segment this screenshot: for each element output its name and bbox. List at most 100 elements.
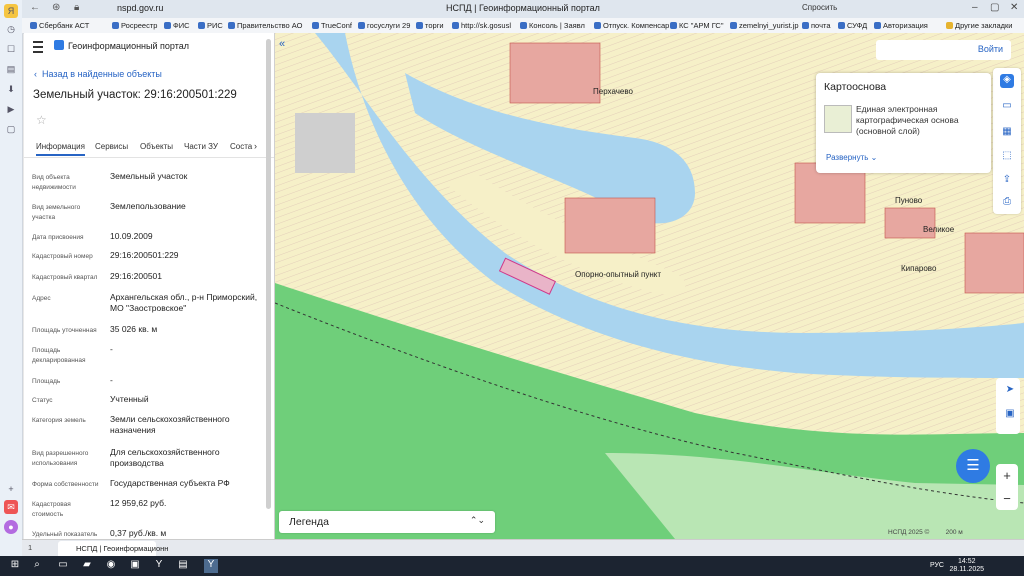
yandex-active-icon[interactable]: Y	[204, 559, 218, 573]
mail-icon[interactable]: ✉	[4, 500, 18, 514]
favorite-star-icon[interactable]: ☆	[36, 113, 47, 127]
bookmark-item[interactable]: zemelnyi_yurist.jp	[730, 21, 799, 30]
screen-icon[interactable]: ▣	[1003, 408, 1017, 422]
bookmark-item[interactable]: Отпуск. Компенсар	[594, 21, 669, 30]
basemap-title: Картооснова	[824, 81, 887, 93]
tab-composition[interactable]: Соста	[230, 142, 252, 151]
add-icon[interactable]: +	[4, 482, 18, 496]
attr-label: Кадастровый номер	[32, 253, 93, 260]
browser-logo-icon[interactable]: Я	[4, 4, 18, 18]
back-link-label[interactable]: Назад в найденные объекты	[42, 69, 162, 79]
layers-icon[interactable]: ◈	[1000, 74, 1014, 88]
tab-services[interactable]: Сервисы	[95, 142, 128, 151]
history-icon[interactable]: ◷	[4, 22, 18, 36]
browser-titlebar: ← ⊛ 🔒︎ nspd.gov.ru НСПД | Геоинформацион…	[22, 0, 1024, 18]
close-icon[interactable]: ✕	[1010, 2, 1018, 13]
bookmark-item[interactable]: Авторизация	[874, 21, 928, 30]
location-tools: ➤ ▣	[996, 378, 1020, 434]
bookmark-item[interactable]: Правительство АО	[228, 21, 302, 30]
tab-info[interactable]: Информация	[36, 142, 85, 156]
chat-button[interactable]: ☰	[956, 449, 990, 483]
search-icon[interactable]: ⌕	[30, 559, 44, 573]
expand-link[interactable]: Развернуть ⌄	[826, 153, 877, 162]
attr-value: 0,37 руб./кв. м	[110, 528, 167, 538]
attr-label: Площадь уточненная	[32, 327, 97, 334]
browser-tab[interactable]: НСПД | Геоинформационн	[58, 541, 168, 556]
minimize-icon[interactable]: –	[972, 2, 978, 13]
clock[interactable]: 14:52 28.11.2025	[949, 558, 984, 574]
place-label: Пуново	[895, 196, 923, 205]
bookmark-item[interactable]: Консоль | Заявл	[520, 21, 585, 30]
login-label[interactable]: Войти	[978, 44, 1003, 54]
chrome-icon[interactable]: ◉	[104, 559, 118, 573]
bookmark-icon[interactable]: ☐	[4, 42, 18, 56]
bookmark-item[interactable]: КС "АРМ ГС"	[670, 21, 724, 30]
bookmark-item[interactable]: РИС	[198, 21, 223, 30]
expand-label[interactable]: Развернуть	[826, 153, 868, 162]
browser-side-panel: Я ◷ ☐ ▤ ⬇ ▶ ▢ + ✉ ●	[0, 0, 23, 556]
tab-count[interactable]: 1	[28, 543, 32, 552]
maximize-icon[interactable]: ▢	[990, 2, 999, 13]
bookmark-item[interactable]: Сбербанк АСТ	[30, 21, 89, 30]
attr-label: Площадь декларированная	[32, 347, 86, 364]
browser-tab-bar: 1 НСПД | Геоинформационн	[22, 539, 1024, 557]
bookmark-item[interactable]: торги	[416, 21, 444, 30]
portal-header: Геоинформационный портал	[24, 33, 274, 59]
attr-value: Государственная субъекта РФ	[110, 478, 230, 488]
attr-value: Земельный участок	[110, 171, 188, 181]
task-view-icon[interactable]: ▭	[56, 559, 70, 573]
language-indicator[interactable]: РУС	[930, 562, 944, 569]
select-area-icon[interactable]: ⬚	[1000, 150, 1014, 164]
bookmark-item[interactable]: почта	[802, 21, 831, 30]
bookmarks-bar: Сбербанк АСТ Росреестр ФИС РИС Правитель…	[22, 18, 1024, 34]
bookmark-item[interactable]: СУФД	[838, 21, 867, 30]
app-icon[interactable]: ▣	[128, 559, 142, 573]
share-icon[interactable]: ⇪	[1000, 174, 1014, 188]
back-link[interactable]: ‹ Назад в найденные объекты	[34, 69, 162, 79]
tabs-next-icon[interactable]: ›	[254, 141, 257, 151]
ask-button[interactable]: Спросить	[802, 3, 837, 12]
print-icon[interactable]: ⎙	[1000, 196, 1014, 210]
notes-icon[interactable]: ▤	[4, 62, 18, 76]
place-label: Опорно-опытный пункт	[575, 270, 662, 279]
legend-dropdown[interactable]: Легенда ⌃⌄	[279, 511, 495, 533]
menu-icon[interactable]	[33, 41, 43, 53]
attr-label: Вид объекта недвижимости	[32, 174, 76, 191]
collapse-panel-icon[interactable]: «	[279, 38, 293, 52]
browser-window: Я ◷ ☐ ▤ ⬇ ▶ ▢ + ✉ ● ← ⊛ 🔒︎ nspd.gov.ru Н…	[0, 0, 1024, 557]
bookmark-item[interactable]: госуслуги 29	[358, 21, 410, 30]
bookmark-item[interactable]: TrueConf	[312, 21, 352, 30]
locate-icon[interactable]: ➤	[1003, 384, 1017, 398]
legend-chevron-icon: ⌃⌄	[469, 515, 485, 525]
basemap-description: Единая электронная картографическая осно…	[856, 104, 959, 136]
yandex-icon[interactable]: Y	[152, 559, 166, 573]
tab-objects[interactable]: Объекты	[140, 142, 173, 151]
downloads-icon[interactable]: ⬇	[4, 82, 18, 96]
attr-value: Архангельская обл., р-н Приморский, МО "…	[110, 292, 258, 313]
tab-parts[interactable]: Части ЗУ	[184, 142, 218, 151]
measure-icon[interactable]: ▦	[1000, 126, 1014, 140]
clock-time: 14:52	[957, 558, 976, 565]
window-title: НСПД | Геоинформационный портал	[446, 3, 600, 13]
screenshot-icon[interactable]: ▢	[4, 122, 18, 136]
video-icon[interactable]: ▶	[4, 102, 18, 116]
zoom-out-button[interactable]: −	[996, 487, 1018, 510]
start-icon[interactable]: ⊞	[8, 559, 22, 573]
bookmark-item[interactable]: Другие закладки	[946, 21, 1012, 30]
attr-label: Дата присвоения	[32, 234, 84, 241]
portal-name: Геоинформационный портал	[68, 41, 189, 51]
assistant-icon[interactable]: ●	[4, 520, 18, 534]
app2-icon[interactable]: ▤	[176, 559, 190, 573]
explorer-icon[interactable]: ▰	[80, 559, 94, 573]
bookmark-item[interactable]: Росреестр	[112, 21, 157, 30]
login-button[interactable]: Войти	[876, 40, 1011, 60]
basemap-icon[interactable]: ▭	[1000, 100, 1014, 114]
basemap-thumbnail[interactable]	[824, 105, 852, 133]
bookmark-item[interactable]: http://sk.gosusl	[452, 21, 511, 30]
browser-tab-title: НСПД | Геоинформационн	[76, 544, 169, 553]
attr-label: Кадастровый квартал	[32, 274, 98, 281]
panel-scrollbar[interactable]	[266, 39, 271, 509]
bookmark-item[interactable]: ФИС	[164, 21, 190, 30]
zoom-in-button[interactable]: +	[996, 464, 1018, 487]
attr-value: Земли сельскохозяйственного назначения	[110, 414, 230, 435]
